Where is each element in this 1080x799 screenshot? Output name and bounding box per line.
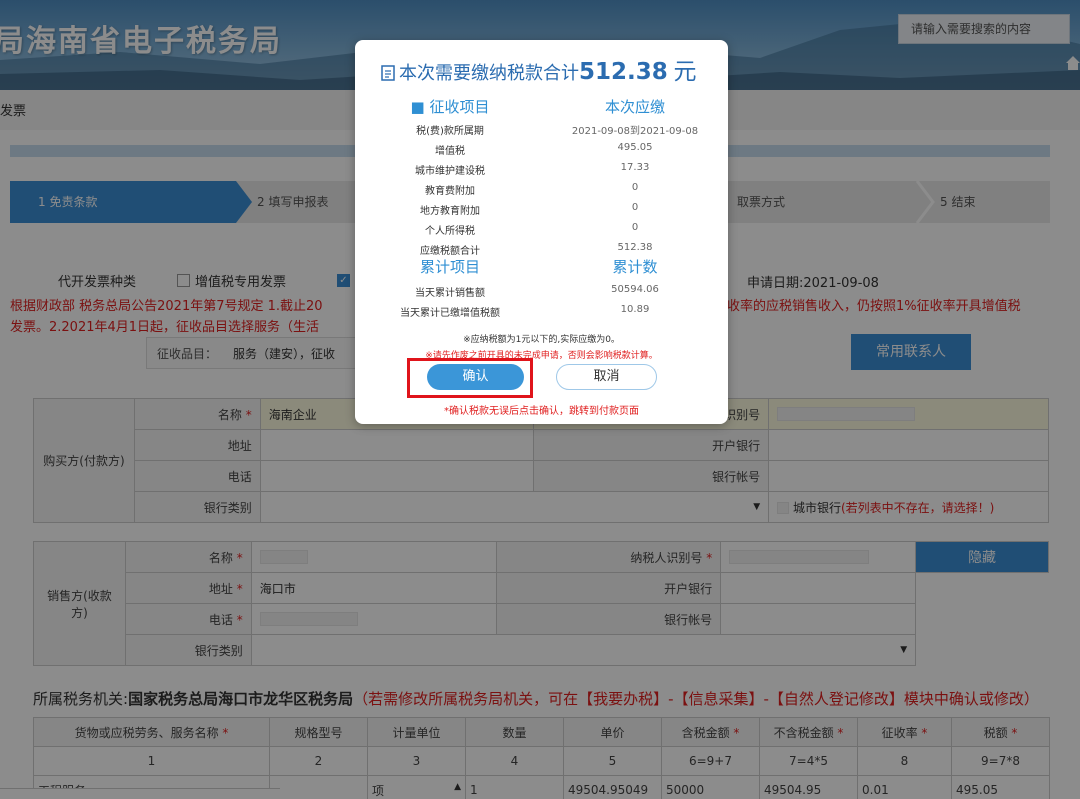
tax-item-label: 应缴税额合计 [420,246,480,257]
cumulative-item-label: 当天累计已缴增值税额 [400,308,500,319]
cumulative-item-label: 当天累计销售额 [415,288,485,299]
dialog-total-amount: 512.38 [579,59,668,85]
tax-item-value: 495.05 [617,142,653,153]
cancel-button[interactable]: 取消 [556,364,657,390]
tax-item-value: 2021-09-08到2021-09-08 [571,126,699,137]
cumulative-item-value: 10.89 [620,304,650,315]
cumulative-item-value: 50594.06 [611,284,659,295]
tax-item-label: 税(费)款所属期 [416,126,484,137]
tax-item-value: 0 [631,202,639,213]
dialog-total-unit: 元 [673,59,697,85]
cumulative-item-header: 累计项目 [419,258,480,276]
dialog-title-text: 本次需要缴纳税款合计 [399,63,579,84]
tax-item-label: 城市维护建设税 [415,166,485,177]
confirm-redirect-note: *确认税款无误后点击确认，跳转到付款页面 [444,406,639,417]
tax-item-value: 512.38 [617,242,653,253]
tax-item-value: 0 [631,222,639,233]
cumulative-value-header: 累计数 [612,258,658,276]
confirm-highlight-box [407,358,533,398]
tax-item-label: 增值税 [435,146,465,157]
document-icon [381,65,395,81]
zero-tax-note: ※应纳税额为1元以下的,实际应缴为0。 [463,335,620,345]
tax-item-value: 0 [631,182,639,193]
payable-header: 本次应缴 [604,98,665,116]
tax-item-label: 个人所得税 [425,226,475,237]
tax-item-label: 教育费附加 [425,186,475,197]
tax-item-label: 地方教育附加 [420,206,480,217]
tax-payment-dialog: 本次需要缴纳税款合计512.38 元 ■ 征收项目 本次应缴 税(费)款所属期 2… [355,40,728,424]
collect-item-header: ■ 征收项目 [410,98,490,116]
dialog-title: 本次需要缴纳税款合计512.38 元 [381,52,711,86]
tax-item-value: 17.33 [620,162,650,173]
